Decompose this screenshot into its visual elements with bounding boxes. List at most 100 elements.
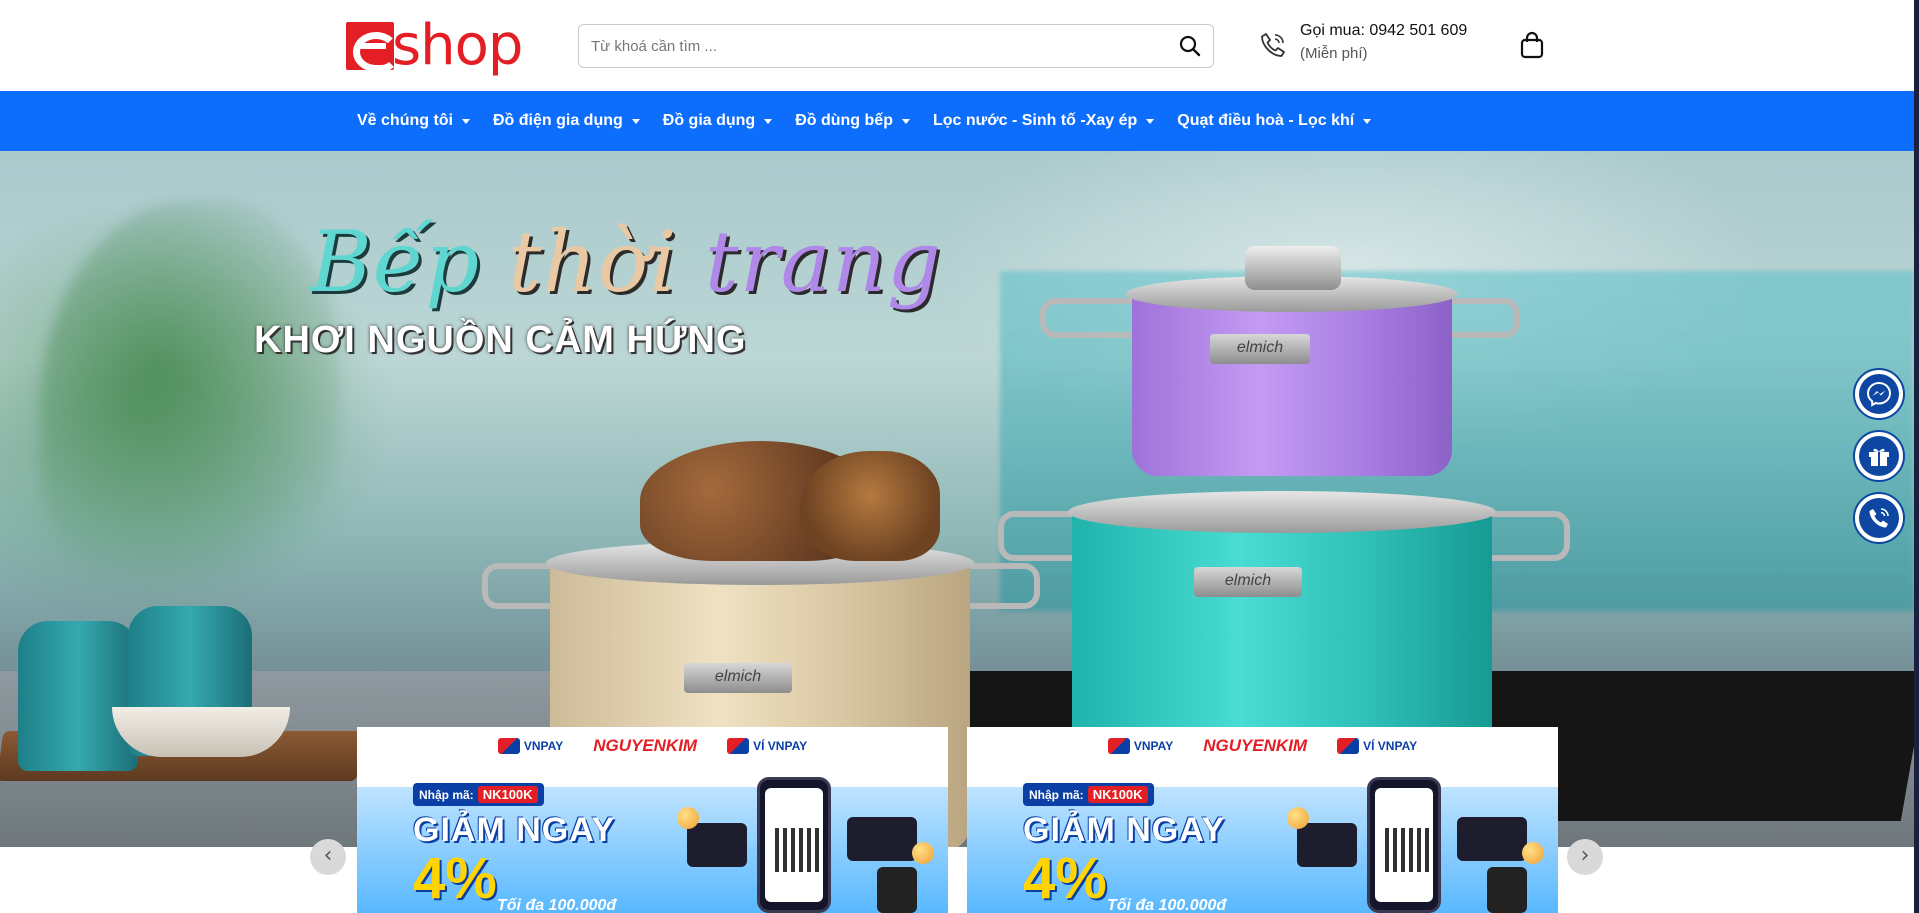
caret-down-icon <box>462 118 470 124</box>
vnpay-mark-icon <box>727 738 750 754</box>
chevron-right-icon: › <box>1580 843 1590 868</box>
vnpay-text: VNPAY <box>523 739 564 753</box>
nav-item-label: Quạt điều hoà - Lọc khí <box>1177 112 1355 129</box>
phone-screen <box>765 788 823 902</box>
vi-vnpay-text: VÍ VNPAY <box>1363 739 1418 753</box>
caret-down-icon <box>901 118 910 124</box>
eshop-logo-mark <box>346 22 399 72</box>
vnpay-mark-icon <box>1107 738 1130 754</box>
search-box <box>578 24 1214 68</box>
vnpay-mark-icon <box>497 738 520 754</box>
fridge-image <box>1487 867 1527 913</box>
vnpay-text: VNPAY <box>1133 739 1174 753</box>
phone-image <box>757 777 831 913</box>
hero-script-word: Bếp <box>310 213 481 311</box>
promo-max-text: Tối đa 100.000đ <box>497 897 617 913</box>
pot-lid-knob <box>1245 246 1341 290</box>
vnpay-mark-icon <box>1337 738 1360 754</box>
laptop-image <box>1297 823 1357 867</box>
hero-subtitle: KHƠI NGUỒN CẢM HỨNG <box>254 319 747 361</box>
pot-brand-badge: elmich <box>1194 567 1302 597</box>
hero-script-word: thời <box>507 213 678 311</box>
promo-banner[interactable]: VNPAY NGUYENKIM VÍ VNPAY Nhập mã: NK100K… <box>357 727 948 913</box>
promo-code-label: Nhập mã: <box>1029 787 1084 802</box>
promo-code-label: Nhập mã: <box>419 787 474 802</box>
caret-down-icon <box>631 118 640 124</box>
hero-script-title: Bếp thời trang <box>310 213 942 311</box>
coin-icon <box>677 807 699 829</box>
coin-icon <box>912 842 934 864</box>
nav-item-label: Lọc nước - Sinh tố -Xay ép <box>932 112 1138 129</box>
phone-image <box>1367 777 1441 913</box>
chevron-left-icon: ‹ <box>323 843 333 868</box>
nav-item-loc-nuoc[interactable]: Lọc nước - Sinh tố -Xay ép <box>932 112 1155 130</box>
phone-call-icon <box>1258 30 1288 60</box>
eshop-logo[interactable]: shop <box>346 13 523 78</box>
pot-body <box>1072 511 1492 761</box>
nav-item-label: Đồ điện gia dụng <box>493 112 623 129</box>
nguyenkim-logo: NGUYENKIM <box>593 736 698 755</box>
gift-icon <box>1859 436 1899 476</box>
promo-code-value: NK100K <box>477 786 538 803</box>
hero-script-word: trang <box>704 213 942 311</box>
caret-down-icon <box>1146 118 1155 124</box>
nav-item-do-dung-bep[interactable]: Đồ dùng bếp <box>795 112 910 130</box>
promo-banner[interactable]: VNPAY NGUYENKIM VÍ VNPAY Nhập mã: NK100K… <box>967 727 1558 913</box>
phone-button[interactable] <box>1853 492 1905 544</box>
gift-button[interactable] <box>1853 430 1905 482</box>
promo-brand-row: VNPAY NGUYENKIM VÍ VNPAY <box>967 727 1558 765</box>
pot-body <box>1132 296 1452 476</box>
messenger-icon <box>1859 374 1899 414</box>
laptop-image <box>687 823 747 867</box>
roasted-chicken <box>800 451 940 561</box>
vi-vnpay-logo: VÍ VNPAY <box>1337 738 1417 754</box>
main-nav: Về chúng tôi Đồ điện gia dụng Đồ gia dụn… <box>0 91 1914 151</box>
vnpay-logo: VNPAY <box>497 738 564 754</box>
coin-icon <box>1522 842 1544 864</box>
promo-percent: 4% <box>1023 846 1107 911</box>
lavender-pot: elmich <box>1040 246 1560 476</box>
promo-brand-row: VNPAY NGUYENKIM VÍ VNPAY <box>357 727 948 765</box>
promo-percent: 4% <box>413 846 497 911</box>
messenger-button[interactable] <box>1853 368 1905 420</box>
promo-code-value: NK100K <box>1087 786 1148 803</box>
vnpay-logo: VNPAY <box>1107 738 1174 754</box>
search-icon[interactable] <box>1177 33 1203 59</box>
canister <box>18 621 138 771</box>
qr-code-icon <box>775 828 819 872</box>
tv-image <box>847 817 917 861</box>
nav-item-do-gia-dung[interactable]: Đồ gia dụng <box>662 112 773 130</box>
caret-down-icon <box>1363 118 1372 124</box>
logo-text: shop <box>392 13 523 78</box>
pot-rim <box>1068 491 1496 533</box>
nav-item-label: Về chúng tôi <box>357 112 453 129</box>
slider-prev-button[interactable]: ‹ <box>310 839 346 875</box>
scrollbar[interactable] <box>1914 0 1919 913</box>
vi-vnpay-text: VÍ VNPAY <box>753 739 808 753</box>
coin-icon <box>1287 807 1309 829</box>
nav-items: Về chúng tôi Đồ điện gia dụng Đồ gia dụn… <box>357 91 1394 151</box>
phone-icon <box>1859 498 1899 538</box>
hotline[interactable]: Gọi mua: 0942 501 609 (Miễn phí) <box>1300 22 1467 62</box>
caret-down-icon <box>764 118 773 124</box>
vi-vnpay-logo: VÍ VNPAY <box>727 738 807 754</box>
slider-next-button[interactable]: › <box>1567 839 1603 875</box>
hero-banner[interactable]: Bếp thời trang KHƠI NGUỒN CẢM HỨNG elmic… <box>0 151 1914 847</box>
hotline-note: (Miễn phí) <box>1300 45 1368 62</box>
search-input[interactable] <box>591 25 1151 67</box>
pot-brand-badge: elmich <box>1210 334 1310 364</box>
nav-item-ve-chung-toi[interactable]: Về chúng tôi <box>357 112 470 130</box>
promo-max-text: Tối đa 100.000đ <box>1107 897 1227 913</box>
tv-image <box>1457 817 1527 861</box>
plant-decoration <box>40 201 340 621</box>
nav-item-quat-dieu-hoa[interactable]: Quạt điều hoà - Lọc khí <box>1177 112 1372 130</box>
qr-code-icon <box>1385 828 1429 872</box>
promo-code-tag: Nhập mã: NK100K <box>413 783 544 806</box>
nav-item-do-dien-gia-dung[interactable]: Đồ điện gia dụng <box>493 112 640 130</box>
nguyenkim-logo: NGUYENKIM <box>1203 736 1308 755</box>
nav-item-label: Đồ gia dụng <box>662 112 756 129</box>
pot-brand-badge: elmich <box>684 663 792 693</box>
hotline-label: Gọi mua: 0942 501 609 <box>1300 22 1468 39</box>
shopping-bag-icon[interactable] <box>1518 30 1546 60</box>
fridge-image <box>877 867 917 913</box>
